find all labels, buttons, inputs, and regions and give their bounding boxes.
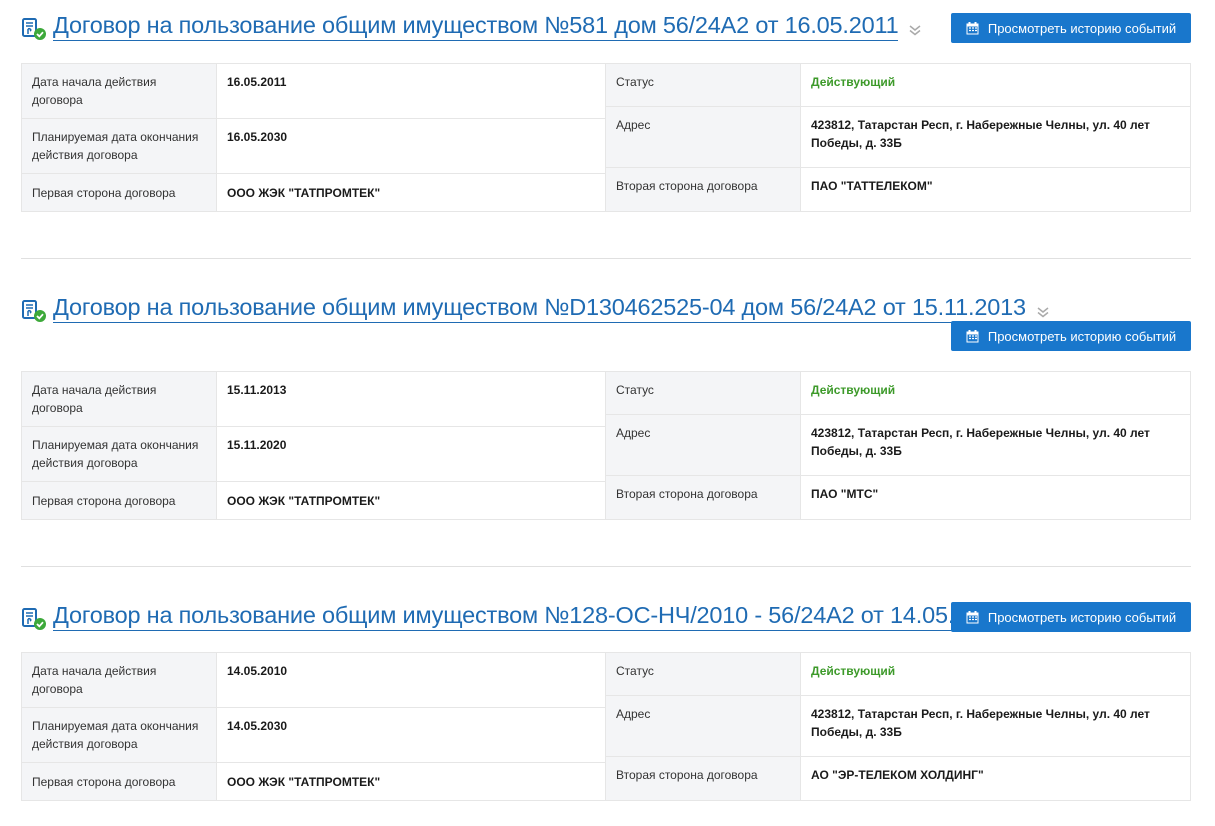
calendar-icon: [966, 21, 979, 34]
address-value: 423812, Татарстан Респ, г. Набережные Че…: [811, 426, 1150, 458]
contract-header: Договор на пользование общим имуществом …: [21, 10, 1191, 50]
first-party-label: Первая сторона договора: [22, 174, 217, 211]
contract-title-link[interactable]: Договор на пользование общим имуществом …: [53, 11, 899, 41]
end-date-value: 15.11.2020: [227, 438, 287, 452]
status-value: Действующий: [811, 664, 896, 678]
first-party-value: ООО ЖЭК "ТАТПРОМТЕК": [227, 186, 381, 200]
second-party-label: Вторая сторона договора: [606, 168, 801, 211]
first-party-value: ООО ЖЭК "ТАТПРОМТЕК": [227, 775, 381, 789]
contract-header: Договор на пользование общим имуществом …: [21, 600, 1191, 640]
status-value: Действующий: [811, 383, 896, 397]
address-label: Адрес: [606, 107, 801, 167]
first-party-label: Первая сторона договора: [22, 482, 217, 519]
end-date-label: Планируемая дата окончания действия дого…: [22, 119, 217, 173]
status-label: Статус: [606, 372, 801, 414]
second-party-label: Вторая сторона договора: [606, 476, 801, 519]
view-history-label: Просмотреть историю событий: [987, 328, 1177, 344]
contract-header: Договор на пользование общим имуществом …: [21, 292, 1191, 351]
contract-details-table: Дата начала действия договора 14.05.2010 …: [21, 652, 1191, 801]
contract-details-table: Дата начала действия договора 15.11.2013 …: [21, 371, 1191, 520]
document-check-icon: [22, 300, 46, 322]
start-date-label: Дата начала действия договора: [22, 64, 217, 118]
contract-details-table: Дата начала действия договора 16.05.2011 …: [21, 63, 1191, 212]
end-date-value: 16.05.2030: [227, 130, 288, 144]
divider: [21, 566, 1191, 567]
contract-title-text: Договор на пользование общим имуществом …: [53, 12, 899, 38]
second-party-value: АО "ЭР-ТЕЛЕКОМ ХОЛДИНГ": [811, 768, 984, 782]
status-label: Статус: [606, 64, 801, 106]
contract-title-link[interactable]: Договор на пользование общим имуществом …: [53, 601, 1006, 631]
second-party-value: ПАО "МТС": [811, 487, 879, 501]
view-history-label: Просмотреть историю событий: [987, 20, 1177, 36]
calendar-icon: [966, 610, 979, 623]
double-chevron-down-icon[interactable]: [908, 23, 922, 37]
view-history-button[interactable]: Просмотреть историю событий: [951, 602, 1191, 632]
status-label: Статус: [606, 653, 801, 695]
address-label: Адрес: [606, 696, 801, 756]
second-party-label: Вторая сторона договора: [606, 757, 801, 800]
end-date-value: 14.05.2030: [227, 719, 288, 733]
document-check-icon: [22, 18, 46, 40]
start-date-label: Дата начала действия договора: [22, 653, 217, 707]
view-history-label: Просмотреть историю событий: [987, 609, 1177, 625]
contract-card: Договор на пользование общим имуществом …: [21, 600, 1191, 801]
address-value: 423812, Татарстан Респ, г. Набережные Че…: [811, 118, 1150, 150]
contract-title-text: Договор на пользование общим имуществом …: [53, 602, 1006, 628]
first-party-label: Первая сторона договора: [22, 763, 217, 800]
start-date-value: 15.11.2013: [227, 383, 287, 397]
view-history-button[interactable]: Просмотреть историю событий: [951, 13, 1191, 43]
end-date-label: Планируемая дата окончания действия дого…: [22, 427, 217, 481]
contract-card: Договор на пользование общим имуществом …: [21, 10, 1191, 212]
contract-card: Договор на пользование общим имуществом …: [21, 292, 1191, 520]
address-label: Адрес: [606, 415, 801, 475]
address-value: 423812, Татарстан Респ, г. Набережные Че…: [811, 707, 1150, 739]
calendar-icon: [966, 329, 979, 342]
contract-title-link[interactable]: Договор на пользование общим имуществом …: [53, 293, 1026, 323]
end-date-label: Планируемая дата окончания действия дого…: [22, 708, 217, 762]
divider: [21, 258, 1191, 259]
start-date-value: 14.05.2010: [227, 664, 288, 678]
contract-title-text: Договор на пользование общим имуществом …: [53, 294, 1026, 320]
first-party-value: ООО ЖЭК "ТАТПРОМТЕК": [227, 494, 381, 508]
view-history-button[interactable]: Просмотреть историю событий: [951, 321, 1191, 351]
status-value: Действующий: [811, 75, 896, 89]
double-chevron-down-icon[interactable]: [1036, 305, 1050, 319]
document-check-icon: [22, 608, 46, 630]
start-date-value: 16.05.2011: [227, 75, 287, 89]
start-date-label: Дата начала действия договора: [22, 372, 217, 426]
second-party-value: ПАО "ТАТТЕЛЕКОМ": [811, 179, 933, 193]
